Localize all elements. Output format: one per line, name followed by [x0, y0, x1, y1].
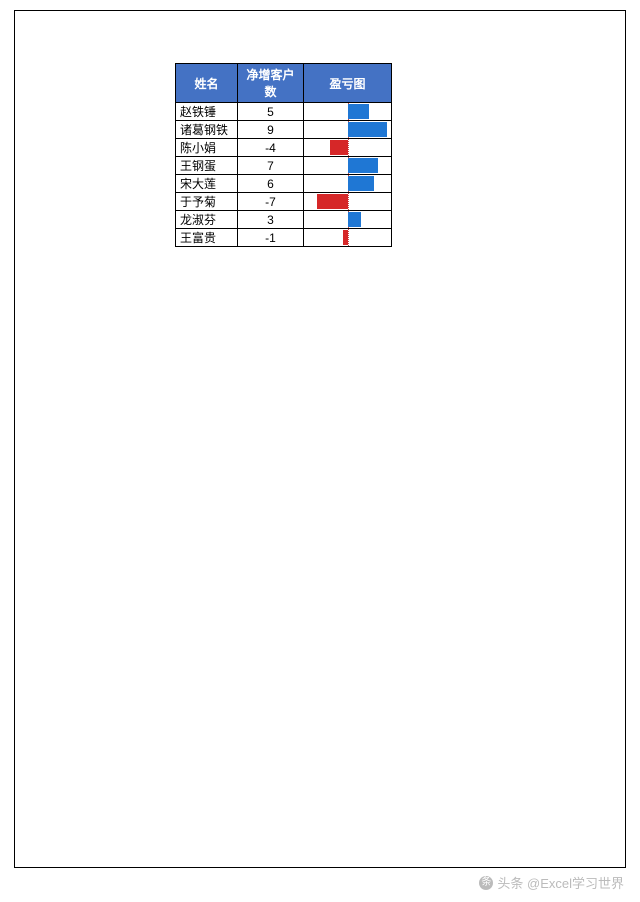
cell-name: 王富贵 — [176, 229, 238, 247]
toutiao-icon: 条 — [479, 876, 493, 890]
cell-value: 5 — [238, 103, 304, 121]
cell-value: 9 — [238, 121, 304, 139]
bar-positive — [348, 122, 388, 137]
cell-chart — [304, 139, 392, 157]
sparkline — [308, 139, 387, 156]
table-row: 陈小娟-4 — [176, 139, 392, 157]
cell-chart — [304, 103, 392, 121]
cell-name: 于予菊 — [176, 193, 238, 211]
cell-name: 王钢蛋 — [176, 157, 238, 175]
cell-chart — [304, 193, 392, 211]
cell-chart — [304, 121, 392, 139]
table-row: 赵铁锤5 — [176, 103, 392, 121]
cell-name: 龙淑芬 — [176, 211, 238, 229]
bar-negative — [330, 140, 348, 155]
cell-value: -7 — [238, 193, 304, 211]
bar-positive — [348, 176, 374, 191]
center-line — [348, 193, 349, 210]
table-row: 诸葛钢铁9 — [176, 121, 392, 139]
cell-chart — [304, 229, 392, 247]
bar-positive — [348, 158, 379, 173]
page-frame: 姓名 净增客户数 盈亏图 赵铁锤5诸葛钢铁9陈小娟-4王钢蛋7宋大莲6于予菊-7… — [14, 10, 626, 868]
cell-value: 6 — [238, 175, 304, 193]
sparkline — [308, 121, 387, 138]
sparkline — [308, 103, 387, 120]
bar-negative — [317, 194, 348, 209]
header-row: 姓名 净增客户数 盈亏图 — [176, 64, 392, 103]
footer-text: 头条 @Excel学习世界 — [497, 873, 624, 892]
cell-chart — [304, 157, 392, 175]
table-row: 王富贵-1 — [176, 229, 392, 247]
cell-name: 诸葛钢铁 — [176, 121, 238, 139]
bar-positive — [348, 212, 361, 227]
cell-name: 赵铁锤 — [176, 103, 238, 121]
table-row: 王钢蛋7 — [176, 157, 392, 175]
table-row: 于予菊-7 — [176, 193, 392, 211]
footer-attribution: 条 头条 @Excel学习世界 — [479, 873, 624, 892]
bar-positive — [348, 104, 370, 119]
center-line — [348, 139, 349, 156]
header-value: 净增客户数 — [238, 64, 304, 103]
cell-name: 陈小娟 — [176, 139, 238, 157]
sparkline — [308, 211, 387, 228]
cell-chart — [304, 175, 392, 193]
header-chart: 盈亏图 — [304, 64, 392, 103]
data-table: 姓名 净增客户数 盈亏图 赵铁锤5诸葛钢铁9陈小娟-4王钢蛋7宋大莲6于予菊-7… — [175, 63, 392, 247]
cell-value: -1 — [238, 229, 304, 247]
table-row: 宋大莲6 — [176, 175, 392, 193]
cell-value: 7 — [238, 157, 304, 175]
center-line — [348, 229, 349, 246]
header-name: 姓名 — [176, 64, 238, 103]
cell-chart — [304, 211, 392, 229]
sparkline — [308, 229, 387, 246]
cell-value: -4 — [238, 139, 304, 157]
sparkline — [308, 175, 387, 192]
sparkline — [308, 157, 387, 174]
cell-value: 3 — [238, 211, 304, 229]
bar-negative — [343, 230, 347, 245]
table-row: 龙淑芬3 — [176, 211, 392, 229]
cell-name: 宋大莲 — [176, 175, 238, 193]
sparkline — [308, 193, 387, 210]
